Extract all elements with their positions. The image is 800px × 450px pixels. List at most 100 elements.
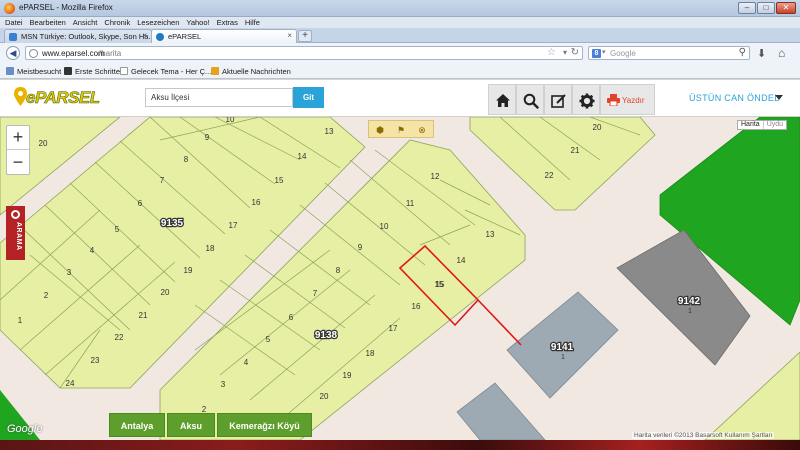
- parcel-number: 10: [226, 117, 235, 124]
- reload-icon[interactable]: ↻: [571, 47, 579, 58]
- tab-eparsel[interactable]: ePARSEL ×: [151, 29, 297, 43]
- desktop-strip: [0, 440, 800, 450]
- download-icon[interactable]: ⬇: [757, 47, 766, 60]
- new-tab-button[interactable]: +: [298, 30, 312, 42]
- parcel-number: 8: [336, 266, 341, 275]
- menu-bar: Datei Bearbeiten Ansicht Chronik Lesezei…: [0, 17, 800, 28]
- tab-bar: MSN Türkiye: Outlook, Skype, Son Ha... ×…: [0, 28, 800, 43]
- maximize-button[interactable]: □: [757, 2, 775, 14]
- google-logo[interactable]: Google: [7, 423, 42, 435]
- search-side-tab[interactable]: ARAMA: [6, 206, 25, 260]
- map-type-harita[interactable]: Harita: [738, 121, 763, 129]
- parcel-number: 18: [206, 244, 215, 253]
- parcel-number: 17: [229, 221, 238, 230]
- breadcrumb-antalya[interactable]: Antalya: [109, 413, 165, 437]
- parcel-number: 13: [486, 230, 495, 239]
- parcel-number: 21: [139, 311, 148, 320]
- clear-icon[interactable]: ⊗: [416, 124, 428, 136]
- navigation-bar: ◀ www.eparsel.com /harita ☆ ▾ ↻ 8 ▾ Goog…: [0, 43, 800, 63]
- menu-lesezeichen[interactable]: Lesezeichen: [137, 18, 179, 27]
- bookmark-erste-schritte[interactable]: Erste Schritte: [64, 67, 120, 76]
- block-sub-9142: 1: [688, 308, 692, 315]
- parcel-number: 1: [18, 316, 23, 325]
- parcel-number: 20: [39, 139, 48, 148]
- home-icon[interactable]: ⌂: [778, 46, 785, 60]
- back-button[interactable]: ◀: [6, 46, 20, 60]
- edit-icon: [551, 94, 566, 108]
- bookmark-aktuelle-nachrichten[interactable]: Aktuelle Nachrichten: [211, 67, 291, 76]
- bookmark-meistbesucht[interactable]: Meistbesucht: [6, 67, 61, 76]
- parcel-number: 11: [406, 199, 415, 208]
- close-tab-icon[interactable]: ×: [142, 31, 147, 40]
- parcel-number: 3: [221, 380, 226, 389]
- menu-bearbeiten[interactable]: Bearbeiten: [30, 18, 66, 27]
- flag-icon[interactable]: ⚑: [395, 124, 407, 136]
- edit-tool-button[interactable]: [544, 84, 572, 115]
- parcel-number: 21: [571, 146, 580, 155]
- breadcrumb-kemeragzi[interactable]: Kemerağzı Köyü: [217, 413, 312, 437]
- menu-ansicht[interactable]: Ansicht: [73, 18, 98, 27]
- user-menu[interactable]: ÜSTÜN CAN ÖNDEL: [689, 93, 780, 103]
- logo-text: ePARSEL: [26, 88, 101, 108]
- zoom-in-button[interactable]: +: [7, 126, 29, 150]
- parcel-number: 12: [431, 172, 440, 181]
- parcel-number: 5: [115, 225, 120, 234]
- bookmark-label: Gelecek Tema - Her Ç...: [131, 67, 212, 76]
- url-bar[interactable]: www.eparsel.com /harita ☆ ▾ ↻: [25, 46, 583, 60]
- parcel-number: 22: [115, 333, 124, 342]
- engine-dropdown-icon[interactable]: ▾: [602, 48, 606, 56]
- menu-yahoo[interactable]: Yahoo!: [186, 18, 209, 27]
- parcel-number: 19: [343, 371, 352, 380]
- parcel-number: 20: [593, 123, 602, 132]
- menu-extras[interactable]: Extras: [217, 18, 238, 27]
- print-button[interactable]: Yazdır: [600, 84, 655, 115]
- settings-tool-button[interactable]: [572, 84, 600, 115]
- parcel-number: 5: [266, 335, 271, 344]
- tab-msn[interactable]: MSN Türkiye: Outlook, Skype, Son Ha... ×: [4, 29, 152, 43]
- page-icon: [120, 67, 128, 75]
- map-attribution[interactable]: Harita verileri ©2013 Basarsoft Kullanım…: [632, 432, 775, 439]
- eparsel-logo[interactable]: ePARSEL: [12, 83, 110, 114]
- zoom-out-button[interactable]: −: [7, 151, 29, 175]
- menu-chronik[interactable]: Chronik: [104, 18, 130, 27]
- globe-icon: [29, 49, 38, 58]
- user-caret-icon[interactable]: [775, 95, 783, 100]
- search-icon: [523, 93, 539, 109]
- parcel-number: 14: [457, 256, 466, 265]
- bookmark-gelecek-tema[interactable]: Gelecek Tema - Her Ç...: [120, 67, 211, 76]
- search-tool-button[interactable]: [516, 84, 544, 115]
- parcel-map[interactable]: 20 9 8 7 6 5 4 3 2 1 14 15 16 17 18 19 2…: [0, 117, 800, 440]
- go-button[interactable]: Git: [293, 87, 324, 108]
- parcel-number: 16: [252, 198, 261, 207]
- search-icon[interactable]: ⚲: [739, 47, 746, 58]
- breadcrumb-aksu[interactable]: Aksu: [167, 413, 215, 437]
- parcel-number: 19: [184, 266, 193, 275]
- minimize-button[interactable]: –: [738, 2, 756, 14]
- parcel-number: 3: [67, 268, 72, 277]
- menu-datei[interactable]: Datei: [5, 18, 23, 27]
- bookmark-star-icon[interactable]: ☆: [547, 47, 556, 58]
- layers-icon[interactable]: ⬢: [374, 124, 386, 136]
- home-tool-button[interactable]: [488, 84, 516, 115]
- url-dropdown-icon[interactable]: ▾: [563, 48, 567, 57]
- block-sub-9141: 1: [561, 354, 565, 361]
- google-engine-icon[interactable]: 8: [592, 49, 601, 58]
- close-window-button[interactable]: ✕: [776, 2, 796, 14]
- parcel-number: 22: [545, 171, 554, 180]
- close-tab-icon[interactable]: ×: [287, 31, 292, 40]
- parcel-number: 14: [298, 152, 307, 161]
- parcel-number: 8: [184, 155, 189, 164]
- parcel-number: 9: [358, 243, 363, 252]
- parcel-number: 7: [160, 176, 165, 185]
- parcel-number: 17: [389, 324, 398, 333]
- tab-label: MSN Türkiye: Outlook, Skype, Son Ha...: [21, 32, 152, 41]
- app-header: ePARSEL: [0, 80, 800, 117]
- map-canvas[interactable]: 20 9 8 7 6 5 4 3 2 1 14 15 16 17 18 19 2…: [0, 117, 800, 440]
- search-bar[interactable]: 8 ▾ Google ⚲: [588, 46, 750, 60]
- printer-icon: [607, 94, 620, 106]
- window-title: ePARSEL - Mozilla Firefox: [19, 3, 113, 12]
- location-search-input[interactable]: [145, 88, 293, 107]
- map-type-uydu[interactable]: Uydu: [762, 121, 786, 129]
- pin-icon: [11, 210, 20, 219]
- menu-hilfe[interactable]: Hilfe: [245, 18, 260, 27]
